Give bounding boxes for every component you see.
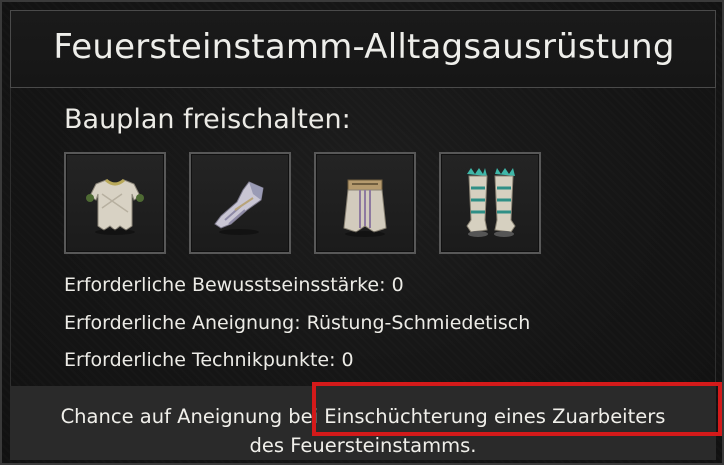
requirement-acquisition: Erforderliche Aneignung: Rüstung-Schmied… [64,312,531,334]
item-slot-kilt[interactable] [314,152,416,254]
item-slot-gloves[interactable] [189,152,291,254]
kilt-armor-icon [343,179,387,237]
dialog-title: Feuersteinstamm-Alltagsausrüstung [53,27,675,67]
tunic-armor-icon [86,178,144,235]
requirement-tech-points: Erforderliche Technikpunkte: 0 [64,349,354,371]
boots-armor-icon [466,168,516,237]
red-highlight-annotation [312,382,722,436]
unlock-blueprint-label: Bauplan freischalten: [64,104,351,135]
item-slot-boots[interactable] [439,152,541,254]
gloves-armor-icon [214,181,264,235]
item-slot-tunic[interactable] [64,152,166,254]
recipe-tooltip-panel: Feuersteinstamm-Alltagsausrüstung Baupla… [0,0,724,465]
title-bar: Feuersteinstamm-Alltagsausrüstung [10,10,716,88]
requirement-consciousness: Erforderliche Bewusstseinsstärke: 0 [64,274,404,296]
